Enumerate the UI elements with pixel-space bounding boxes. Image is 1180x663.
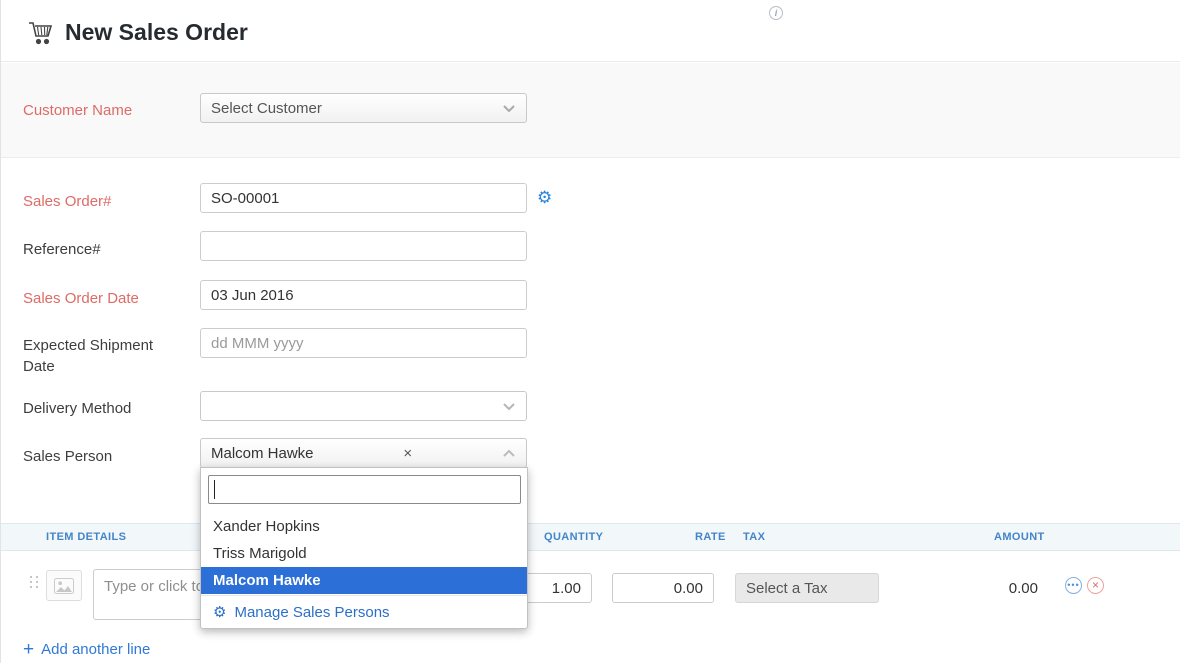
item-image-placeholder-icon[interactable] [46, 570, 82, 601]
item-table-header: ITEM DETAILS QUANTITY RATE TAX AMOUNT [1, 523, 1180, 551]
customer-select-value: Select Customer [211, 100, 322, 117]
manage-sales-persons-button[interactable]: ⚙ Manage Sales Persons [201, 595, 527, 628]
sales-person-select[interactable]: Malcom Hawke × [200, 438, 527, 468]
col-rate: RATE [695, 531, 726, 543]
tax-select-value: Select a Tax [746, 580, 827, 597]
sales-order-date-input[interactable] [200, 280, 527, 310]
sales-person-dropdown: Xander Hopkins Triss Marigold Malcom Haw… [200, 467, 528, 629]
tax-info-icon[interactable]: i [769, 6, 783, 20]
rate-input[interactable] [612, 573, 714, 603]
clear-icon[interactable]: × [403, 445, 412, 462]
manage-sales-persons-label: Manage Sales Persons [234, 604, 389, 621]
sales-person-search-input[interactable] [208, 475, 521, 504]
delivery-method-label: Delivery Method [23, 398, 183, 419]
delivery-method-select[interactable] [200, 391, 527, 421]
col-tax: TAX [743, 531, 765, 543]
cart-icon [28, 21, 54, 49]
expected-shipment-date-label: Expected Shipment Date [23, 335, 163, 377]
row-more-actions-icon[interactable]: ••• [1065, 577, 1082, 594]
chevron-up-icon [502, 445, 516, 462]
page-header: New Sales Order [1, 0, 1180, 62]
sales-order-settings-gear-icon[interactable]: ⚙ [537, 189, 552, 206]
amount-value: 0.00 [1009, 580, 1038, 597]
customer-select[interactable]: Select Customer [200, 93, 527, 123]
sales-person-label: Sales Person [23, 446, 183, 467]
sales-person-options: Xander Hopkins Triss Marigold Malcom Haw… [201, 513, 527, 594]
sales-order-date-label: Sales Order Date [23, 288, 183, 309]
col-amount: AMOUNT [994, 531, 1045, 543]
tax-select[interactable]: Select a Tax [735, 573, 879, 603]
add-line-button[interactable]: + Add another line [23, 640, 150, 659]
expected-shipment-date-input[interactable] [200, 328, 527, 358]
page-title: New Sales Order [65, 19, 248, 46]
row-delete-icon[interactable]: × [1087, 577, 1104, 594]
add-line-label: Add another line [41, 641, 150, 658]
sales-person-option-selected[interactable]: Malcom Hawke [201, 567, 527, 594]
sales-person-option[interactable]: Xander Hopkins [201, 513, 527, 540]
chevron-down-icon [502, 398, 516, 415]
gear-icon: ⚙ [213, 605, 226, 620]
col-item-details: ITEM DETAILS [46, 531, 126, 543]
sales-order-no-label: Sales Order# [23, 191, 183, 212]
reference-input[interactable] [200, 231, 527, 261]
chevron-down-icon [502, 100, 516, 117]
sales-order-no-input[interactable] [200, 183, 527, 213]
new-sales-order-page: New Sales Order Customer Name Select Cus… [0, 0, 1180, 663]
plus-icon: + [23, 640, 34, 659]
sales-person-option[interactable]: Triss Marigold [201, 540, 527, 567]
drag-handle-icon[interactable] [30, 576, 38, 588]
reference-label: Reference# [23, 239, 183, 260]
sales-person-value: Malcom Hawke [211, 445, 314, 462]
text-cursor [214, 480, 215, 499]
col-quantity: QUANTITY [544, 531, 603, 543]
customer-name-label: Customer Name [23, 100, 183, 121]
